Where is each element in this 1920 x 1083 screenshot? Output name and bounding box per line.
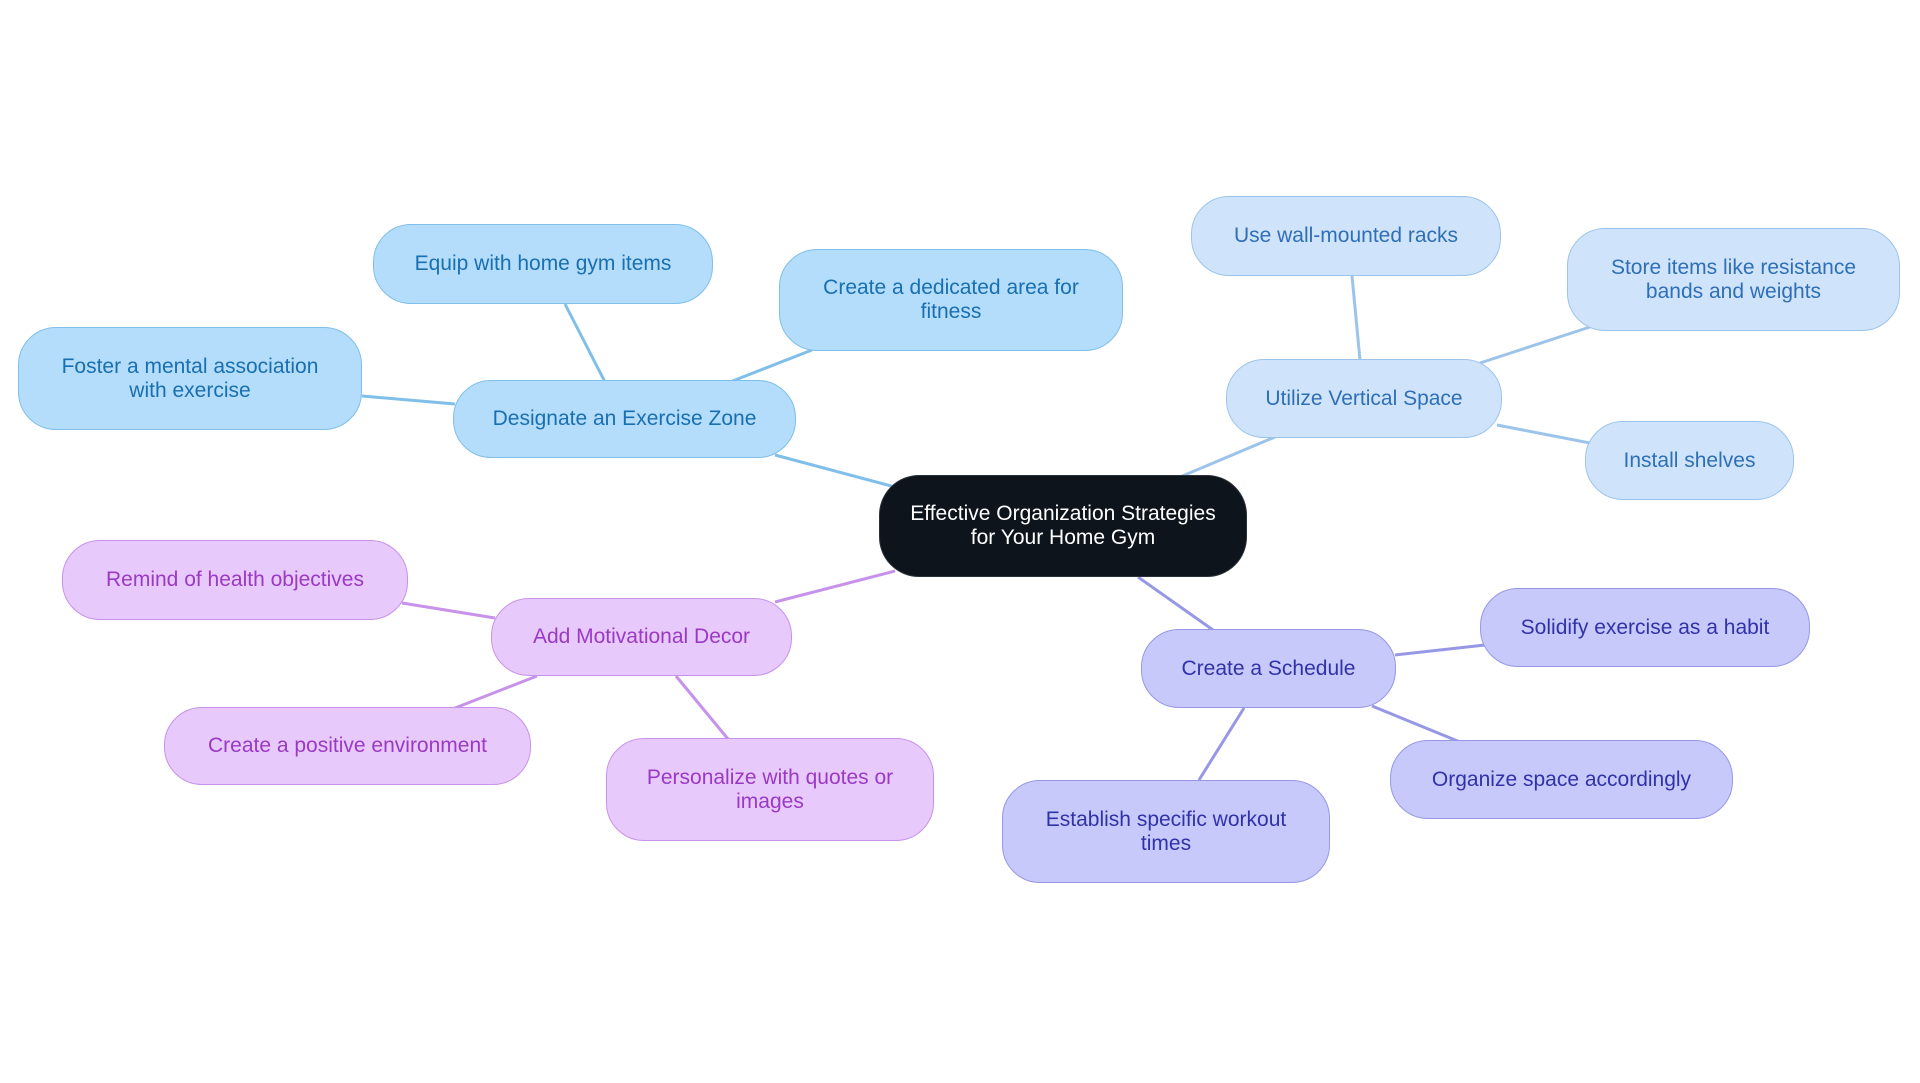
leaf-node-organize-space[interactable]: Organize space accordingly xyxy=(1390,740,1733,819)
edge-root-vertical xyxy=(1179,435,1276,479)
branch-node-vertical-space[interactable]: Utilize Vertical Space xyxy=(1226,359,1502,438)
edge-vertical-shelves xyxy=(1496,423,1591,445)
edge-decor-positive xyxy=(454,674,538,710)
leaf-node-install-shelves[interactable]: Install shelves xyxy=(1585,421,1794,500)
leaf-node-dedicated-area[interactable]: Create a dedicated area for fitness xyxy=(779,249,1123,351)
edge-vertical-racks xyxy=(1350,275,1362,361)
edge-zone-dedicated xyxy=(729,348,813,384)
edge-root-schedule xyxy=(1137,575,1214,632)
leaf-node-wall-racks[interactable]: Use wall-mounted racks xyxy=(1191,196,1501,276)
branch-node-schedule[interactable]: Create a Schedule xyxy=(1141,629,1396,708)
edge-zone-equip xyxy=(563,303,607,383)
branch-node-exercise-zone[interactable]: Designate an Exercise Zone xyxy=(453,380,796,458)
leaf-node-positive-environment[interactable]: Create a positive environment xyxy=(164,707,531,785)
leaf-node-health-objectives[interactable]: Remind of health objectives xyxy=(62,540,408,620)
edge-zone-foster xyxy=(361,394,456,406)
leaf-node-quotes-images[interactable]: Personalize with quotes or images xyxy=(606,738,934,841)
edge-vertical-store xyxy=(1479,325,1591,365)
edge-schedule-organize xyxy=(1371,704,1461,744)
edge-root-zone xyxy=(774,453,896,489)
leaf-node-store-items[interactable]: Store items like resistance bands and we… xyxy=(1567,228,1900,331)
leaf-node-solidify-habit[interactable]: Solidify exercise as a habit xyxy=(1480,588,1810,667)
edge-decor-personalize xyxy=(674,675,730,740)
edge-schedule-establish xyxy=(1197,707,1246,781)
branch-node-motivational-decor[interactable]: Add Motivational Decor xyxy=(491,598,792,676)
root-node[interactable]: Effective Organization Strategies for Yo… xyxy=(879,475,1247,577)
edge-schedule-solidify xyxy=(1394,643,1486,657)
leaf-node-equip-gym-items[interactable]: Equip with home gym items xyxy=(373,224,713,304)
edge-root-decor xyxy=(774,569,896,604)
leaf-node-workout-times[interactable]: Establish specific workout times xyxy=(1002,780,1330,883)
leaf-node-mental-association[interactable]: Foster a mental association with exercis… xyxy=(18,327,362,430)
edge-decor-remind xyxy=(401,601,496,620)
